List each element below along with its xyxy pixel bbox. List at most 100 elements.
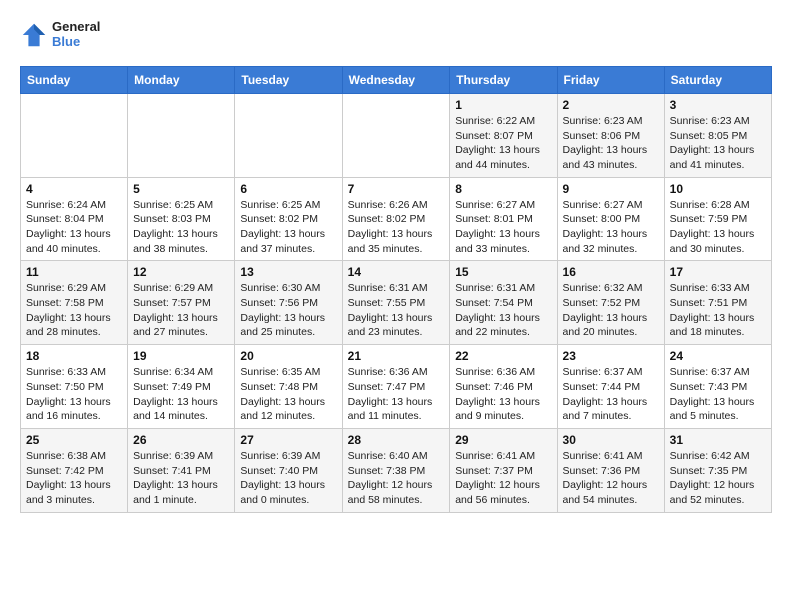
day-number: 12 xyxy=(133,265,229,279)
day-number: 13 xyxy=(240,265,336,279)
calendar-cell: 25 Sunrise: 6:38 AM Sunset: 7:42 PM Dayli… xyxy=(21,428,128,512)
day-number: 28 xyxy=(348,433,445,447)
day-info: Sunrise: 6:25 AM Sunset: 8:02 PM Dayligh… xyxy=(240,198,336,257)
day-number: 16 xyxy=(563,265,659,279)
day-info: Sunrise: 6:31 AM Sunset: 7:54 PM Dayligh… xyxy=(455,281,551,340)
weekday-header: Thursday xyxy=(450,66,557,93)
calendar-cell: 12 Sunrise: 6:29 AM Sunset: 7:57 PM Dayli… xyxy=(128,261,235,345)
day-number: 15 xyxy=(455,265,551,279)
day-number: 11 xyxy=(26,265,122,279)
weekday-header: Saturday xyxy=(664,66,771,93)
calendar-cell: 11 Sunrise: 6:29 AM Sunset: 7:58 PM Dayli… xyxy=(21,261,128,345)
day-info: Sunrise: 6:23 AM Sunset: 8:05 PM Dayligh… xyxy=(670,114,766,173)
calendar-cell: 13Sunrise: 6:30 AM Sunset: 7:56 PM Dayli… xyxy=(235,261,342,345)
day-number: 22 xyxy=(455,349,551,363)
day-info: Sunrise: 6:22 AM Sunset: 8:07 PM Dayligh… xyxy=(455,114,551,173)
day-info: Sunrise: 6:36 AM Sunset: 7:46 PM Dayligh… xyxy=(455,365,551,424)
calendar-cell: 18 Sunrise: 6:33 AM Sunset: 7:50 PM Dayli… xyxy=(21,345,128,429)
calendar-cell: 9 Sunrise: 6:27 AM Sunset: 8:00 PM Daylig… xyxy=(557,177,664,261)
calendar-cell: 16 Sunrise: 6:32 AM Sunset: 7:52 PM Dayli… xyxy=(557,261,664,345)
day-number: 18 xyxy=(26,349,122,363)
day-number: 14 xyxy=(348,265,445,279)
calendar-cell: 15 Sunrise: 6:31 AM Sunset: 7:54 PM Dayli… xyxy=(450,261,557,345)
day-info: Sunrise: 6:34 AM Sunset: 7:49 PM Dayligh… xyxy=(133,365,229,424)
calendar-cell: 6 Sunrise: 6:25 AM Sunset: 8:02 PM Daylig… xyxy=(235,177,342,261)
day-info: Sunrise: 6:39 AM Sunset: 7:40 PM Dayligh… xyxy=(240,449,336,508)
day-number: 4 xyxy=(26,182,122,196)
page-header: General Blue xyxy=(20,20,772,50)
day-info: Sunrise: 6:42 AM Sunset: 7:35 PM Dayligh… xyxy=(670,449,766,508)
day-number: 5 xyxy=(133,182,229,196)
day-info: Sunrise: 6:38 AM Sunset: 7:42 PM Dayligh… xyxy=(26,449,122,508)
logo-icon xyxy=(20,21,48,49)
calendar-cell: 8 Sunrise: 6:27 AM Sunset: 8:01 PM Daylig… xyxy=(450,177,557,261)
day-number: 2 xyxy=(563,98,659,112)
day-info: Sunrise: 6:27 AM Sunset: 8:00 PM Dayligh… xyxy=(563,198,659,257)
weekday-header: Tuesday xyxy=(235,66,342,93)
calendar-week-row: 11 Sunrise: 6:29 AM Sunset: 7:58 PM Dayli… xyxy=(21,261,772,345)
calendar-cell: 19 Sunrise: 6:34 AM Sunset: 7:49 PM Dayli… xyxy=(128,345,235,429)
calendar-cell: 20Sunrise: 6:35 AM Sunset: 7:48 PM Dayli… xyxy=(235,345,342,429)
calendar-cell: 10 Sunrise: 6:28 AM Sunset: 7:59 PM Dayli… xyxy=(664,177,771,261)
calendar-cell: 3Sunrise: 6:23 AM Sunset: 8:05 PM Daylig… xyxy=(664,93,771,177)
day-info: Sunrise: 6:33 AM Sunset: 7:50 PM Dayligh… xyxy=(26,365,122,424)
day-number: 29 xyxy=(455,433,551,447)
day-number: 6 xyxy=(240,182,336,196)
calendar-cell: 7Sunrise: 6:26 AM Sunset: 8:02 PM Daylig… xyxy=(342,177,450,261)
weekday-header-row: SundayMondayTuesdayWednesdayThursdayFrid… xyxy=(21,66,772,93)
calendar-cell: 30 Sunrise: 6:41 AM Sunset: 7:36 PM Dayli… xyxy=(557,428,664,512)
calendar-cell: 21 Sunrise: 6:36 AM Sunset: 7:47 PM Dayli… xyxy=(342,345,450,429)
day-number: 21 xyxy=(348,349,445,363)
day-number: 25 xyxy=(26,433,122,447)
calendar-cell: 4Sunrise: 6:24 AM Sunset: 8:04 PM Daylig… xyxy=(21,177,128,261)
weekday-header: Wednesday xyxy=(342,66,450,93)
calendar-cell xyxy=(342,93,450,177)
day-info: Sunrise: 6:31 AM Sunset: 7:55 PM Dayligh… xyxy=(348,281,445,340)
day-info: Sunrise: 6:25 AM Sunset: 8:03 PM Dayligh… xyxy=(133,198,229,257)
day-number: 17 xyxy=(670,265,766,279)
day-info: Sunrise: 6:32 AM Sunset: 7:52 PM Dayligh… xyxy=(563,281,659,340)
calendar-cell xyxy=(128,93,235,177)
calendar-cell: 24Sunrise: 6:37 AM Sunset: 7:43 PM Dayli… xyxy=(664,345,771,429)
day-number: 10 xyxy=(670,182,766,196)
day-info: Sunrise: 6:23 AM Sunset: 8:06 PM Dayligh… xyxy=(563,114,659,173)
calendar-cell: 31 Sunrise: 6:42 AM Sunset: 7:35 PM Dayli… xyxy=(664,428,771,512)
day-number: 31 xyxy=(670,433,766,447)
calendar-cell xyxy=(21,93,128,177)
day-info: Sunrise: 6:41 AM Sunset: 7:36 PM Dayligh… xyxy=(563,449,659,508)
calendar-table: SundayMondayTuesdayWednesdayThursdayFrid… xyxy=(20,66,772,513)
calendar-cell: 1 Sunrise: 6:22 AM Sunset: 8:07 PM Daylig… xyxy=(450,93,557,177)
day-number: 30 xyxy=(563,433,659,447)
calendar-week-row: 1 Sunrise: 6:22 AM Sunset: 8:07 PM Daylig… xyxy=(21,93,772,177)
day-info: Sunrise: 6:36 AM Sunset: 7:47 PM Dayligh… xyxy=(348,365,445,424)
calendar-cell: 22 Sunrise: 6:36 AM Sunset: 7:46 PM Dayli… xyxy=(450,345,557,429)
day-info: Sunrise: 6:35 AM Sunset: 7:48 PM Dayligh… xyxy=(240,365,336,424)
day-info: Sunrise: 6:37 AM Sunset: 7:43 PM Dayligh… xyxy=(670,365,766,424)
day-number: 8 xyxy=(455,182,551,196)
day-number: 9 xyxy=(563,182,659,196)
weekday-header: Monday xyxy=(128,66,235,93)
day-info: Sunrise: 6:39 AM Sunset: 7:41 PM Dayligh… xyxy=(133,449,229,508)
day-number: 23 xyxy=(563,349,659,363)
calendar-cell: 27Sunrise: 6:39 AM Sunset: 7:40 PM Dayli… xyxy=(235,428,342,512)
calendar-week-row: 18 Sunrise: 6:33 AM Sunset: 7:50 PM Dayli… xyxy=(21,345,772,429)
logo: General Blue xyxy=(20,20,100,50)
day-info: Sunrise: 6:33 AM Sunset: 7:51 PM Dayligh… xyxy=(670,281,766,340)
calendar-week-row: 4Sunrise: 6:24 AM Sunset: 8:04 PM Daylig… xyxy=(21,177,772,261)
calendar-cell: 26Sunrise: 6:39 AM Sunset: 7:41 PM Dayli… xyxy=(128,428,235,512)
day-info: Sunrise: 6:29 AM Sunset: 7:58 PM Dayligh… xyxy=(26,281,122,340)
day-number: 19 xyxy=(133,349,229,363)
day-info: Sunrise: 6:27 AM Sunset: 8:01 PM Dayligh… xyxy=(455,198,551,257)
calendar-cell: 2 Sunrise: 6:23 AM Sunset: 8:06 PM Daylig… xyxy=(557,93,664,177)
calendar-cell: 17 Sunrise: 6:33 AM Sunset: 7:51 PM Dayli… xyxy=(664,261,771,345)
day-info: Sunrise: 6:28 AM Sunset: 7:59 PM Dayligh… xyxy=(670,198,766,257)
calendar-cell: 28 Sunrise: 6:40 AM Sunset: 7:38 PM Dayli… xyxy=(342,428,450,512)
day-number: 1 xyxy=(455,98,551,112)
calendar-cell: 14 Sunrise: 6:31 AM Sunset: 7:55 PM Dayli… xyxy=(342,261,450,345)
weekday-header: Sunday xyxy=(21,66,128,93)
day-info: Sunrise: 6:29 AM Sunset: 7:57 PM Dayligh… xyxy=(133,281,229,340)
day-info: Sunrise: 6:40 AM Sunset: 7:38 PM Dayligh… xyxy=(348,449,445,508)
day-number: 7 xyxy=(348,182,445,196)
weekday-header: Friday xyxy=(557,66,664,93)
calendar-cell xyxy=(235,93,342,177)
